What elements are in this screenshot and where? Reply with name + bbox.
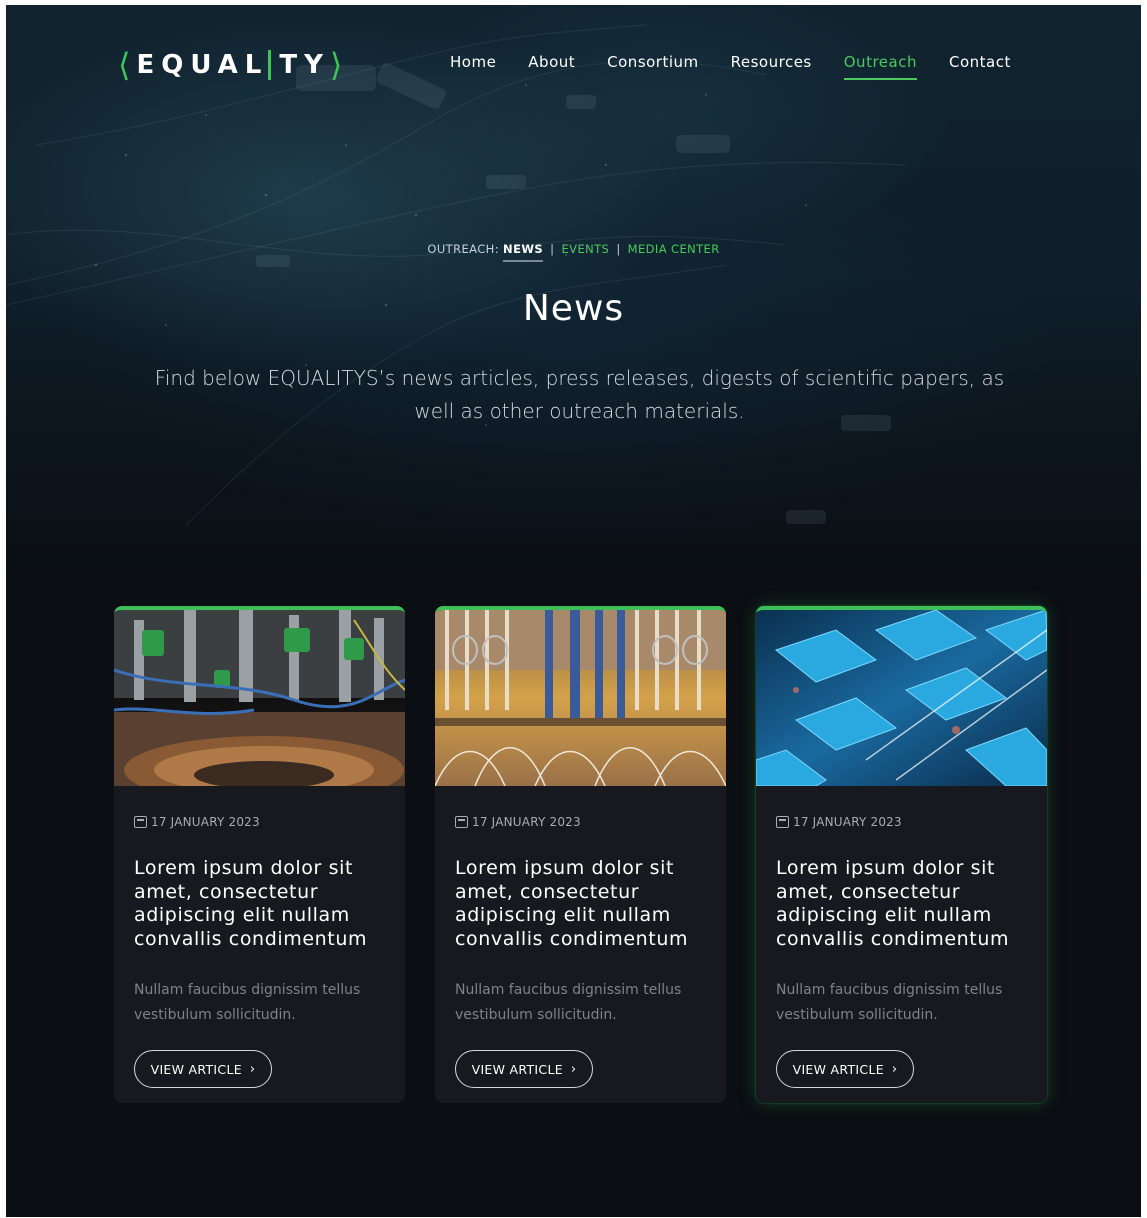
logo-text-left: EQUAL: [136, 50, 269, 80]
article-date-text: 17 JANUARY 2023: [151, 815, 260, 829]
article-date: 17 JANUARY 2023: [776, 815, 902, 829]
page: ⟨ EQUAL TY ⟩ Home About Consortium Resou…: [6, 5, 1141, 1217]
news-card: 17 JANUARY 2023 Lorem ipsum dolor sit am…: [756, 606, 1047, 1103]
nav-item-home[interactable]: Home: [450, 53, 496, 77]
chevron-right-icon: ›: [249, 1061, 256, 1077]
article-excerpt: Nullam faucibus dignissim tellus vestibu…: [776, 982, 1003, 1023]
outreach-subnav: OUTREACH: NEWS | EVENTS | MEDIA CENTER: [6, 242, 1141, 262]
subnav-separator: |: [550, 242, 555, 256]
lab-equipment-photo: [114, 610, 405, 786]
view-article-label: VIEW ARTICLE: [471, 1061, 563, 1077]
nav-item-about[interactable]: About: [528, 53, 575, 77]
logo-right-bracket-icon: ⟩: [329, 46, 343, 84]
article-date: 17 JANUARY 2023: [455, 815, 581, 829]
nav-item-consortium[interactable]: Consortium: [607, 53, 698, 77]
chip-array-render: [756, 610, 1047, 786]
view-article-label: VIEW ARTICLE: [150, 1061, 242, 1077]
view-article-label: VIEW ARTICLE: [792, 1061, 884, 1077]
equality-logo[interactable]: ⟨ EQUAL TY ⟩: [118, 45, 342, 85]
nav-item-resources[interactable]: Resources: [731, 53, 812, 77]
quantum-computer-photo: [435, 610, 726, 786]
nav-item-outreach[interactable]: Outreach: [843, 53, 918, 80]
news-card: 17 JANUARY 2023 Lorem ipsum dolor sit am…: [435, 606, 726, 1103]
subnav-media-center[interactable]: MEDIA CENTER: [628, 242, 720, 256]
logo-left-bracket-icon: ⟨: [118, 46, 131, 84]
news-card: 17 JANUARY 2023 Lorem ipsum dolor sit am…: [114, 606, 405, 1103]
article-title[interactable]: Lorem ipsum dolor sit amet, consectetur …: [134, 857, 389, 951]
chevron-right-icon: ›: [570, 1061, 577, 1077]
view-article-button[interactable]: VIEW ARTICLE ›: [776, 1050, 914, 1088]
subnav-separator: |: [616, 242, 621, 256]
article-date: 17 JANUARY 2023: [134, 815, 260, 829]
logo-text-right: TY: [279, 50, 330, 80]
calendar-icon: [134, 816, 147, 828]
chevron-right-icon: ›: [891, 1061, 898, 1077]
article-date-text: 17 JANUARY 2023: [793, 815, 902, 829]
article-excerpt: Nullam faucibus dignissim tellus vestibu…: [134, 982, 361, 1023]
calendar-icon: [776, 816, 789, 828]
subnav-news[interactable]: NEWS: [503, 242, 544, 262]
page-title: News: [522, 288, 625, 329]
view-article-button[interactable]: VIEW ARTICLE ›: [455, 1050, 593, 1088]
main-navigation: Home About Consortium Resources Outreach…: [450, 53, 1043, 80]
subnav-events[interactable]: EVENTS: [562, 242, 610, 256]
article-image-quantum-computer[interactable]: [435, 610, 726, 786]
article-title[interactable]: Lorem ipsum dolor sit amet, consectetur …: [776, 857, 1031, 951]
logo-divider-bar: [268, 50, 272, 80]
calendar-icon: [455, 816, 468, 828]
subnav-prefix: OUTREACH:: [427, 242, 499, 256]
article-title[interactable]: Lorem ipsum dolor sit amet, consectetur …: [455, 857, 710, 951]
article-date-text: 17 JANUARY 2023: [472, 815, 581, 829]
article-image-lab-equipment[interactable]: [114, 610, 405, 786]
view-article-button[interactable]: VIEW ARTICLE ›: [134, 1050, 272, 1088]
article-image-chip-array[interactable]: [756, 610, 1047, 786]
page-description: Find below EQUALITYS’s news articles, pr…: [154, 366, 1005, 423]
nav-item-contact[interactable]: Contact: [949, 53, 1011, 77]
article-excerpt: Nullam faucibus dignissim tellus vestibu…: [455, 982, 682, 1023]
